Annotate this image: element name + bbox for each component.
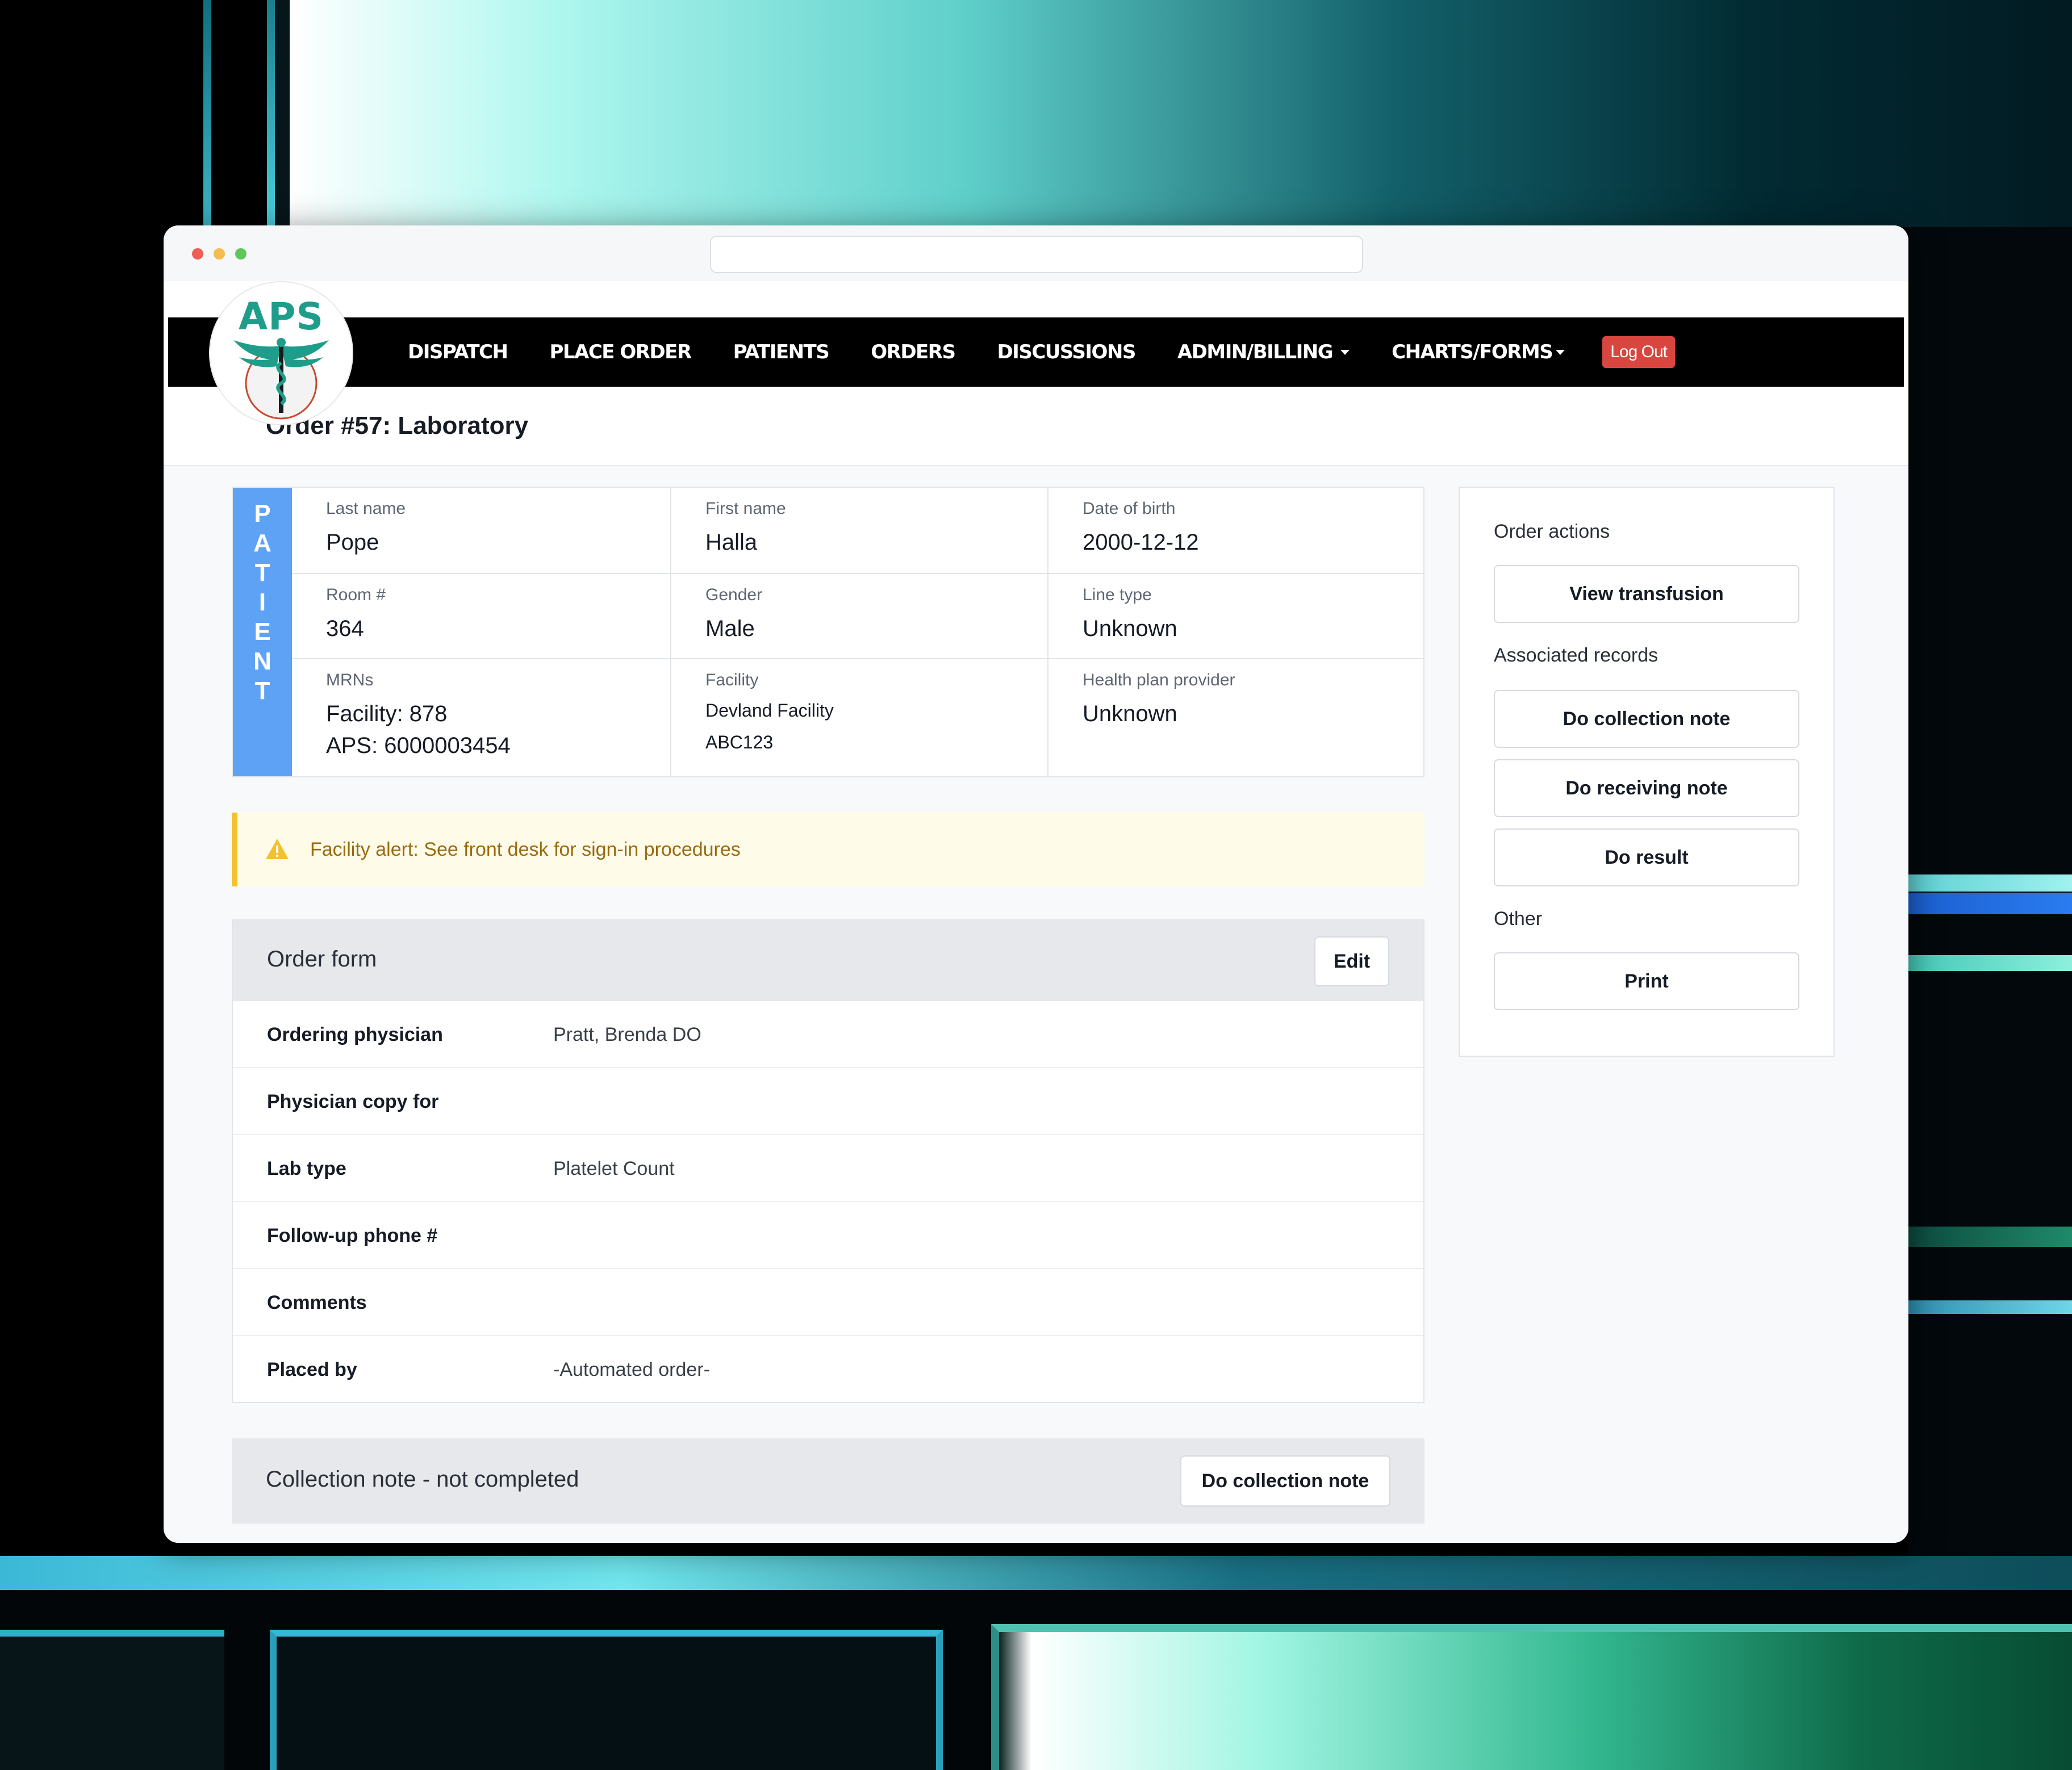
patient-side-label: P A T I E N T	[233, 488, 292, 776]
patient-letter: I	[258, 588, 266, 616]
field-value: Pope	[326, 530, 379, 555]
other-heading: Other	[1494, 908, 1543, 930]
row-value: Pratt, Brenda DO	[553, 1024, 701, 1045]
do-result-button[interactable]: Do result	[1494, 828, 1799, 886]
main-navbar: DISPATCH PLACE ORDER PATIENTS ORDERS DIS…	[168, 317, 1904, 387]
patient-gender: Gender Male	[671, 574, 1048, 659]
field-value: Facility: 878 APS: 6000003454	[326, 698, 670, 761]
patient-letter: N	[253, 647, 271, 675]
field-value: Devland Facility ABC123	[705, 694, 1047, 758]
caret-down-icon	[1340, 349, 1350, 355]
form-row: Follow-up phone #	[233, 1202, 1423, 1269]
patient-room: Room # 364	[292, 574, 671, 659]
logout-button[interactable]: Log Out	[1602, 336, 1675, 368]
patient-line-type: Line type Unknown	[1048, 574, 1424, 659]
edit-button[interactable]: Edit	[1314, 936, 1389, 986]
field-label: Last name	[326, 499, 406, 518]
form-row: Placed by -Automated order-	[233, 1336, 1423, 1403]
patient-letter: T	[254, 677, 270, 705]
row-key: Lab type	[267, 1158, 346, 1179]
nav-charts-forms[interactable]: CHARTS/FORMS	[1392, 341, 1565, 363]
nav-discussions[interactable]: DISCUSSIONS	[997, 341, 1136, 363]
row-value: -Automated order-	[553, 1359, 710, 1380]
associated-records-heading: Associated records	[1494, 645, 1659, 666]
field-label: Health plan provider	[1083, 671, 1235, 689]
patient-facility: Facility Devland Facility ABC123	[671, 659, 1048, 776]
patient-card: P A T I E N T Last name Pope First name …	[232, 487, 1424, 777]
patient-letter: T	[254, 559, 270, 587]
facility-alert: Facility alert: See front desk for sign-…	[232, 813, 1424, 886]
order-form-title: Order form	[267, 947, 377, 972]
nav-orders[interactable]: ORDERS	[871, 341, 956, 363]
collection-note-title: Collection note - not completed	[266, 1467, 579, 1492]
row-key: Ordering physician	[267, 1024, 443, 1045]
form-row: Physician copy for	[233, 1068, 1423, 1135]
row-key: Placed by	[267, 1359, 357, 1380]
nav-admin-billing[interactable]: ADMIN/BILLING	[1177, 341, 1350, 363]
nav-charts-forms-label: CHARTS/FORMS	[1392, 341, 1553, 363]
row-key: Comments	[267, 1292, 367, 1313]
browser-window: DISPATCH PLACE ORDER PATIENTS ORDERS DIS…	[164, 225, 1908, 1543]
row-key: Follow-up phone #	[267, 1225, 438, 1246]
field-value: Unknown	[1083, 616, 1177, 641]
order-actions-panel: Order actions View transfusion Associate…	[1459, 487, 1835, 1057]
main-content: P A T I E N T Last name Pope First name …	[164, 466, 1908, 1543]
aps-logo[interactable]: APS	[210, 282, 352, 424]
page-header: Order #57: Laboratory	[164, 387, 1908, 466]
field-value: Male	[705, 616, 755, 641]
do-receiving-note-button[interactable]: Do receiving note	[1494, 759, 1799, 817]
view-transfusion-button[interactable]: View transfusion	[1494, 565, 1799, 623]
order-actions-heading: Order actions	[1494, 521, 1610, 542]
row-key: Physician copy for	[267, 1091, 439, 1112]
maximize-window-dot[interactable]	[235, 248, 247, 260]
field-label: Line type	[1083, 585, 1152, 604]
patient-mrns: MRNs Facility: 878 APS: 6000003454	[292, 659, 671, 776]
patient-letter: E	[254, 618, 271, 646]
mrn-aps: APS: 6000003454	[326, 733, 511, 758]
row-value: Platelet Count	[553, 1158, 675, 1179]
caret-down-icon	[1556, 349, 1565, 355]
browser-chrome	[164, 225, 1908, 281]
minimize-window-dot[interactable]	[214, 248, 225, 260]
logo-text: APS	[239, 295, 324, 338]
field-value: 2000-12-12	[1083, 530, 1199, 555]
address-bar[interactable]	[710, 236, 1363, 273]
form-row: Ordering physician Pratt, Brenda DO	[233, 1001, 1423, 1068]
nav-admin-billing-label: ADMIN/BILLING	[1177, 341, 1334, 363]
print-button[interactable]: Print	[1494, 952, 1799, 1010]
side-do-collection-note-button[interactable]: Do collection note	[1494, 690, 1799, 748]
collection-note-section: Collection note - not completed Do colle…	[232, 1438, 1424, 1524]
order-form-section: Order form Edit Ordering physician Pratt…	[232, 919, 1424, 1403]
nav-place-order[interactable]: PLACE ORDER	[549, 341, 692, 363]
warning-icon	[266, 839, 289, 859]
facility-name: Devland Facility	[705, 700, 834, 721]
field-value: Halla	[705, 530, 758, 555]
field-label: Date of birth	[1083, 499, 1176, 518]
facility-code: ABC123	[705, 732, 774, 752]
patient-health-plan: Health plan provider Unknown	[1048, 659, 1424, 776]
patient-dob: Date of birth 2000-12-12	[1048, 488, 1424, 574]
close-window-dot[interactable]	[192, 248, 203, 260]
field-value: 364	[326, 616, 364, 641]
field-label: Room #	[326, 585, 386, 604]
patient-first-name: First name Halla	[671, 488, 1048, 574]
patient-letter: P	[254, 500, 271, 528]
nav-dispatch[interactable]: DISPATCH	[408, 341, 508, 363]
field-label: Facility	[705, 671, 759, 689]
field-label: Gender	[705, 585, 763, 604]
patient-last-name: Last name Pope	[292, 488, 671, 574]
field-label: First name	[705, 499, 786, 518]
field-label: MRNs	[326, 671, 374, 689]
caduceus-icon	[233, 338, 329, 420]
mrn-facility: Facility: 878	[326, 701, 448, 726]
form-row: Comments	[233, 1269, 1423, 1336]
alert-text: Facility alert: See front desk for sign-…	[310, 839, 741, 860]
nav-patients[interactable]: PATIENTS	[733, 341, 830, 363]
patient-letter: A	[253, 529, 271, 557]
order-form-header: Order form Edit	[233, 920, 1423, 1001]
field-value: Unknown	[1083, 701, 1177, 726]
do-collection-note-button[interactable]: Do collection note	[1180, 1455, 1390, 1507]
form-row: Lab type Platelet Count	[233, 1135, 1423, 1202]
